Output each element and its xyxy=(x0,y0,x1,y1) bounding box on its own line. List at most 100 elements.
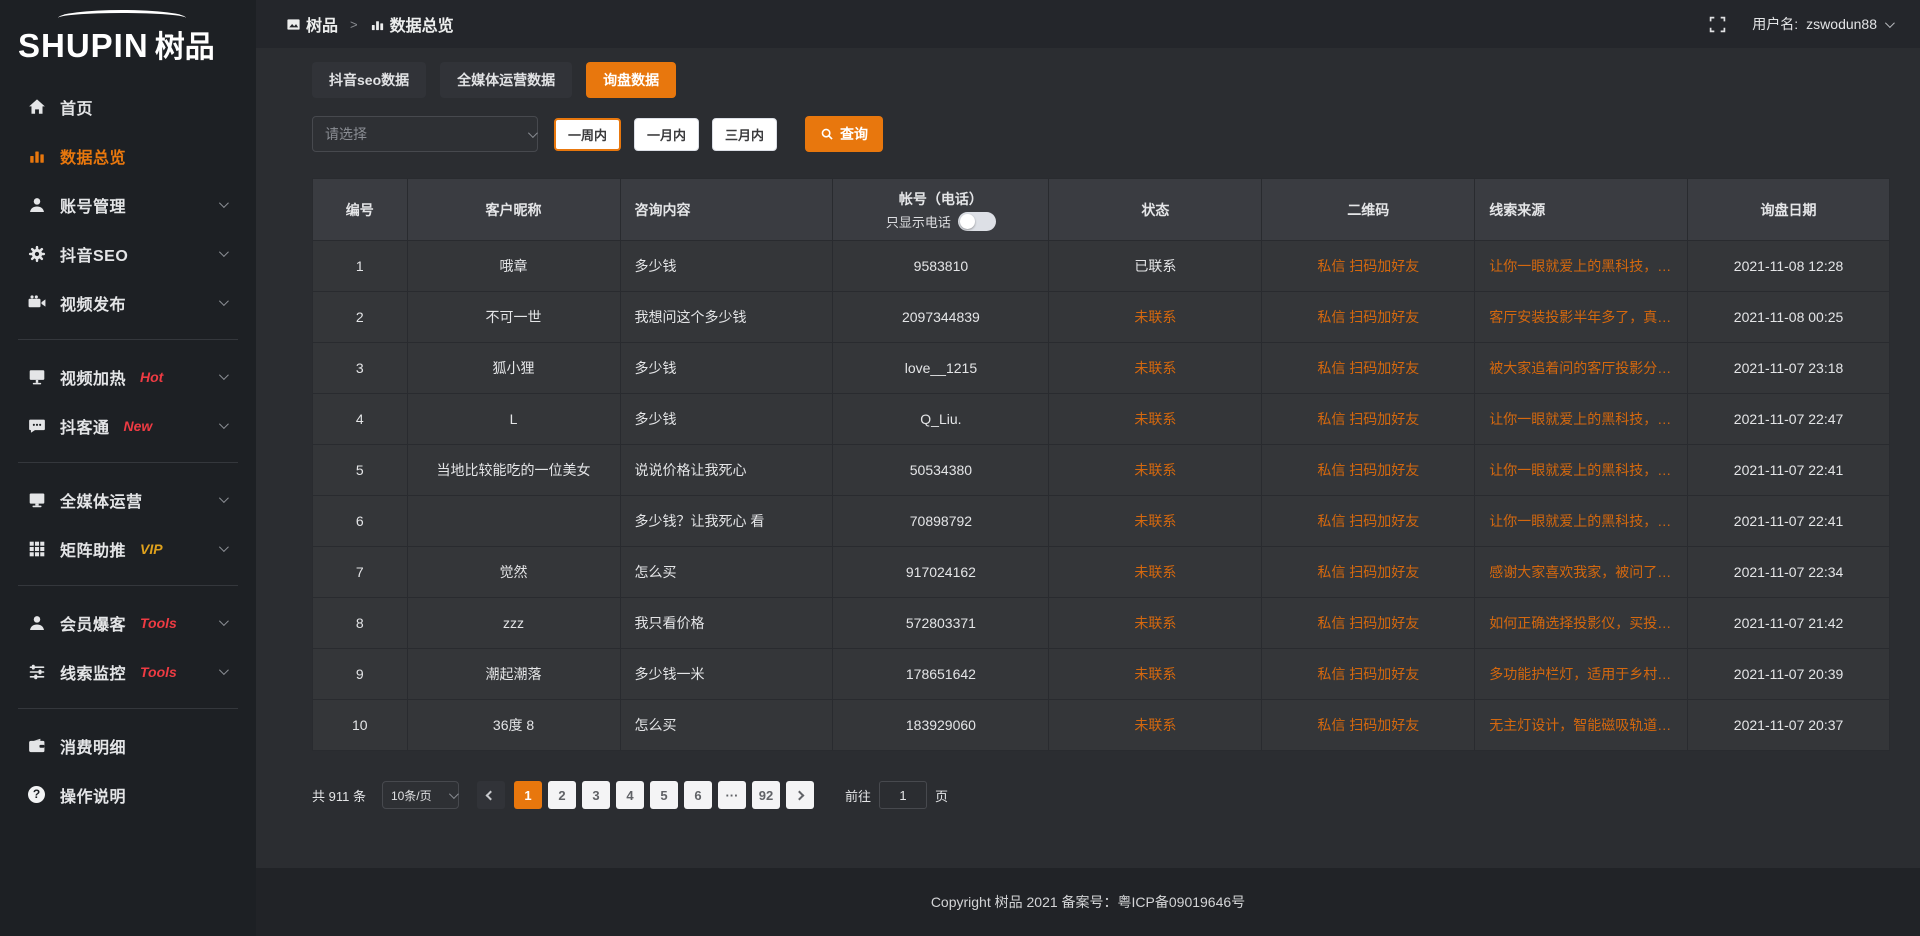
cell-status: 未联系 xyxy=(1049,700,1262,751)
chevron-down-icon xyxy=(1885,18,1895,28)
account-select[interactable]: 请选择 xyxy=(312,116,538,152)
cell-source[interactable]: 感谢大家喜欢我家，被问了好... xyxy=(1475,547,1688,598)
sidebar-item-clue-monitor[interactable]: 线索监控Tools xyxy=(0,647,256,696)
cell-source[interactable]: 无主灯设计，智能磁吸轨道灯... xyxy=(1475,700,1688,751)
cell-qrcode[interactable]: 私信 扫码加好友 xyxy=(1262,241,1475,292)
cell-content: 多少钱一米 xyxy=(620,649,833,700)
cell-source[interactable]: 让你一眼就爱上的黑科技，能... xyxy=(1475,394,1688,445)
logo-text-cn: 树品 xyxy=(155,22,215,66)
cell-qrcode[interactable]: 私信 扫码加好友 xyxy=(1262,445,1475,496)
chart-small-icon xyxy=(370,17,385,32)
page-button-4[interactable]: 4 xyxy=(616,781,644,809)
chevron-down-icon xyxy=(449,789,459,799)
prev-page-button[interactable] xyxy=(477,781,505,809)
sidebar-item-label: 数据总览 xyxy=(60,144,126,168)
page-button-1[interactable]: 1 xyxy=(514,781,542,809)
next-page-button[interactable] xyxy=(786,781,814,809)
cell-source[interactable]: 让你一眼就爱上的黑科技，能... xyxy=(1475,241,1688,292)
sidebar-item-label: 视频加热 xyxy=(60,365,126,389)
tab-douyin-seo-data[interactable]: 抖音seo数据 xyxy=(312,62,426,98)
cell-nickname: L xyxy=(407,394,620,445)
cell-qrcode[interactable]: 私信 扫码加好友 xyxy=(1262,598,1475,649)
sidebar-item-douketong[interactable]: 抖客通New xyxy=(0,401,256,450)
filter-bar: 请选择 一周内一月内三月内 查询 xyxy=(312,116,1890,152)
user-menu[interactable]: 用户名: zswodun88 xyxy=(1752,14,1892,34)
sidebar-item-consumption-detail[interactable]: 消费明细 xyxy=(0,721,256,770)
cell-qrcode[interactable]: 私信 扫码加好友 xyxy=(1262,649,1475,700)
pagination: 共 911 条 10条/页 123456···92 前往 页 xyxy=(312,781,1890,809)
page-size-select[interactable]: 10条/页 xyxy=(382,781,459,809)
cell-source[interactable]: 被大家追着问的客厅投影分享... xyxy=(1475,343,1688,394)
cell-qrcode[interactable]: 私信 扫码加好友 xyxy=(1262,547,1475,598)
table-header-row: 编号客户昵称咨询内容帐号（电话）只显示电话状态二维码线索来源询盘日期 xyxy=(313,179,1890,241)
chevron-left-icon xyxy=(486,790,496,800)
cell-source[interactable]: 让你一眼就爱上的黑科技，能... xyxy=(1475,496,1688,547)
breadcrumb-root[interactable]: 树品 xyxy=(286,12,338,36)
grid-icon xyxy=(28,540,46,558)
cell-qrcode[interactable]: 私信 扫码加好友 xyxy=(1262,394,1475,445)
page-button-2[interactable]: 2 xyxy=(548,781,576,809)
cell-source[interactable]: 让你一眼就爱上的黑科技，能... xyxy=(1475,445,1688,496)
sidebar-item-data-overview[interactable]: 数据总览 xyxy=(0,131,256,180)
sidebar-item-member-baoke[interactable]: 会员爆客Tools xyxy=(0,598,256,647)
sidebar-item-matrix-boost[interactable]: 矩阵助推 VIP xyxy=(0,524,256,573)
cell-source[interactable]: 多功能护栏灯，适用于乡村文... xyxy=(1475,649,1688,700)
tab-inquiry-data[interactable]: 询盘数据 xyxy=(586,62,676,98)
cell-date: 2021-11-07 22:34 xyxy=(1688,547,1890,598)
range-button-week[interactable]: 一周内 xyxy=(554,118,621,151)
cell-qrcode[interactable]: 私信 扫码加好友 xyxy=(1262,343,1475,394)
cell-qrcode[interactable]: 私信 扫码加好友 xyxy=(1262,700,1475,751)
query-button[interactable]: 查询 xyxy=(805,116,883,152)
sidebar-item-label: 操作说明 xyxy=(60,783,126,807)
breadcrumb-root-label: 树品 xyxy=(306,12,338,36)
breadcrumb-current[interactable]: 数据总览 xyxy=(370,12,454,36)
cell-account: 70898792 xyxy=(833,496,1049,547)
cell-content: 多少钱？让我死心 看 xyxy=(620,496,833,547)
sidebar-item-home[interactable]: 首页 xyxy=(0,82,256,131)
sidebar-item-label: 首页 xyxy=(60,95,93,119)
home-icon xyxy=(28,98,46,116)
sidebar-item-operation-guide[interactable]: ? 操作说明 xyxy=(0,770,256,819)
sidebar-item-video-heating[interactable]: 视频加热Hot xyxy=(0,352,256,401)
table-row: 7觉然怎么买917024162未联系私信 扫码加好友感谢大家喜欢我家，被问了好.… xyxy=(313,547,1890,598)
sidebar-item-video-publish[interactable]: 视频发布 xyxy=(0,278,256,327)
question-icon: ? xyxy=(28,786,46,804)
cell-account: 50534380 xyxy=(833,445,1049,496)
page-button-6[interactable]: 6 xyxy=(684,781,712,809)
goto-page-input[interactable] xyxy=(879,781,927,809)
table-row: 9潮起潮落多少钱一米178651642未联系私信 扫码加好友多功能护栏灯，适用于… xyxy=(313,649,1890,700)
sidebar-item-label: 矩阵助推 xyxy=(60,537,126,561)
cell-content: 说说价格让我死心 xyxy=(620,445,833,496)
phone-only-toggle[interactable] xyxy=(958,212,996,231)
col-status: 状态 xyxy=(1049,179,1262,241)
sidebar-item-account-management[interactable]: 账号管理 xyxy=(0,180,256,229)
sidebar-item-omni-media[interactable]: 全媒体运营 xyxy=(0,475,256,524)
range-button-quarter[interactable]: 三月内 xyxy=(712,118,777,151)
gear-icon xyxy=(28,245,46,263)
app: SHUPIN 树品 首页数据总览账号管理抖音SEO视频发布视频加热Hot抖客通N… xyxy=(0,0,1920,936)
page-button-5[interactable]: 5 xyxy=(650,781,678,809)
cell-status: 未联系 xyxy=(1049,649,1262,700)
cell-status: 未联系 xyxy=(1049,496,1262,547)
cell-qrcode[interactable]: 私信 扫码加好友 xyxy=(1262,292,1475,343)
sidebar-item-badge: New xyxy=(124,418,153,434)
cell-qrcode[interactable]: 私信 扫码加好友 xyxy=(1262,496,1475,547)
sidebar-item-douyin-seo[interactable]: 抖音SEO xyxy=(0,229,256,278)
page-button-92[interactable]: 92 xyxy=(752,781,780,809)
sidebar-item-label: 抖音SEO xyxy=(60,242,128,266)
table-row: 5当地比较能吃的一位美女说说价格让我死心50534380未联系私信 扫码加好友让… xyxy=(313,445,1890,496)
sidebar: SHUPIN 树品 首页数据总览账号管理抖音SEO视频发布视频加热Hot抖客通N… xyxy=(0,0,256,936)
fullscreen-icon[interactable] xyxy=(1709,16,1726,33)
chart-icon xyxy=(28,147,46,165)
right-column: 树品 > 数据总览 用户名: zswodun88 抖音seo数据全媒体运营数据询… xyxy=(256,0,1920,936)
page-size-value: 10条/页 xyxy=(383,787,449,804)
tab-omni-media-data[interactable]: 全媒体运营数据 xyxy=(440,62,572,98)
page-button-3[interactable]: 3 xyxy=(582,781,610,809)
cell-content: 怎么买 xyxy=(620,547,833,598)
cell-source[interactable]: 如何正确选择投影仪，买投影... xyxy=(1475,598,1688,649)
range-button-month[interactable]: 一月内 xyxy=(634,118,699,151)
cell-nickname: 当地比较能吃的一位美女 xyxy=(407,445,620,496)
sidebar-item-badge: VIP xyxy=(140,541,163,557)
pager-ellipsis[interactable]: ··· xyxy=(718,781,746,809)
cell-source[interactable]: 客厅安装投影半年多了，真实... xyxy=(1475,292,1688,343)
